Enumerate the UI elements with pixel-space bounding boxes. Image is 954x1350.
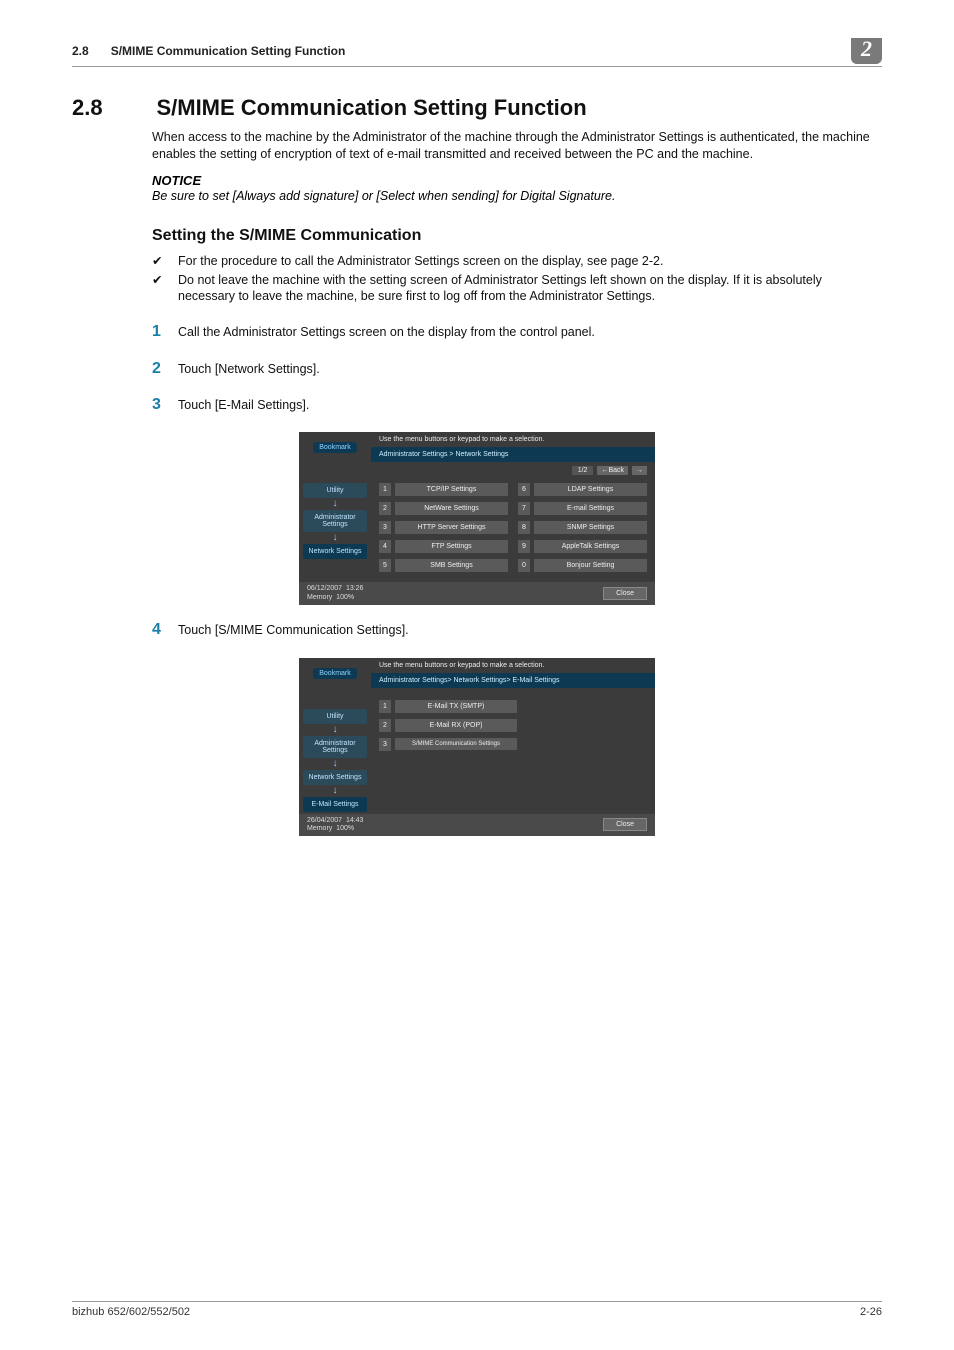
close-button[interactable]: Close xyxy=(603,818,647,831)
menu-item-smb[interactable]: 5SMB Settings xyxy=(379,559,508,572)
menu-item-ftp[interactable]: 4FTP Settings xyxy=(379,540,508,553)
step-row: 4 Touch [S/MIME Communication Settings]. xyxy=(152,619,882,641)
menu-item-ldap[interactable]: 6LDAP Settings xyxy=(518,483,647,496)
sidebar-item-utility[interactable]: Utility xyxy=(303,483,367,498)
section-title: S/MIME Communication Setting Function xyxy=(156,95,586,120)
notice-text: Be sure to set [Always add signature] or… xyxy=(152,188,882,205)
header-section-number: 2.8 xyxy=(72,44,111,58)
notice-label: NOTICE xyxy=(152,173,882,188)
page-indicator: 1/2 xyxy=(572,466,594,475)
header-section-title: S/MIME Communication Setting Function xyxy=(111,44,851,58)
footer-page-number: 2-26 xyxy=(860,1306,882,1318)
ui-screenshot-email-settings: Bookmark Utility ↓ Administrator Setting… xyxy=(299,658,655,837)
menu-item-bonjour[interactable]: 0Bonjour Setting xyxy=(518,559,647,572)
bookmark-tab[interactable]: Bookmark xyxy=(313,668,357,679)
menu-item-appletalk[interactable]: 9AppleTalk Settings xyxy=(518,540,647,553)
sidebar-item-utility[interactable]: Utility xyxy=(303,709,367,724)
step-text: Touch [E-Mail Settings]. xyxy=(178,397,309,415)
check-icon: ✔ xyxy=(152,272,178,306)
footer-status: 26/04/2007 14:43 Memory 100% xyxy=(307,817,363,834)
step-text: Call the Administrator Settings screen o… xyxy=(178,324,595,342)
menu-item-snmp[interactable]: 8SNMP Settings xyxy=(518,521,647,534)
menu-item-email[interactable]: 7E-mail Settings xyxy=(518,502,647,515)
step-text: Touch [Network Settings]. xyxy=(178,361,320,379)
chevron-down-icon: ↓ xyxy=(333,787,338,795)
footer-model: bizhub 652/602/552/502 xyxy=(72,1306,190,1318)
sidebar-item-network-settings[interactable]: Network Settings xyxy=(303,770,367,785)
step-row: 1 Call the Administrator Settings screen… xyxy=(152,321,882,343)
sidebar-item-email-settings[interactable]: E-Mail Settings xyxy=(303,797,367,812)
sidebar-item-network-settings[interactable]: Network Settings xyxy=(303,544,367,559)
back-button[interactable]: ←Back xyxy=(597,466,628,475)
section-number: 2.8 xyxy=(72,95,152,121)
step-number: 2 xyxy=(152,358,178,380)
ui-screenshot-network-settings: Bookmark Utility ↓ Administrator Setting… xyxy=(299,432,655,605)
checklist-text: For the procedure to call the Administra… xyxy=(178,253,663,270)
menu-item-http[interactable]: 3HTTP Server Settings xyxy=(379,521,508,534)
chevron-down-icon: ↓ xyxy=(333,726,338,734)
step-text: Touch [S/MIME Communication Settings]. xyxy=(178,622,409,640)
checklist-text: Do not leave the machine with the settin… xyxy=(178,272,882,306)
menu-item-email-rx[interactable]: 2E-Mail RX (POP) xyxy=(379,719,517,732)
forward-button[interactable]: → xyxy=(632,466,647,475)
close-button[interactable]: Close xyxy=(603,587,647,600)
sidebar-item-admin-settings[interactable]: Administrator Settings xyxy=(303,736,367,758)
chevron-down-icon: ↓ xyxy=(333,534,338,542)
step-row: 2 Touch [Network Settings]. xyxy=(152,358,882,380)
chevron-down-icon: ↓ xyxy=(333,760,338,768)
step-number: 3 xyxy=(152,394,178,416)
sidebar-item-admin-settings[interactable]: Administrator Settings xyxy=(303,510,367,532)
chevron-down-icon: ↓ xyxy=(333,500,338,508)
instruction-text: Use the menu buttons or keypad to make a… xyxy=(371,658,655,673)
menu-item-netware[interactable]: 2NetWare Settings xyxy=(379,502,508,515)
running-header: 2.8 S/MIME Communication Setting Functio… xyxy=(72,38,882,67)
menu-item-smime[interactable]: 3S/MIME Communication Settings xyxy=(379,738,517,751)
page-footer: bizhub 652/602/552/502 2-26 xyxy=(72,1301,882,1318)
intro-paragraph: When access to the machine by the Admini… xyxy=(152,129,882,163)
bookmark-tab[interactable]: Bookmark xyxy=(313,442,357,453)
checklist-item: ✔ Do not leave the machine with the sett… xyxy=(152,272,882,306)
check-icon: ✔ xyxy=(152,253,178,270)
breadcrumb: Administrator Settings> Network Settings… xyxy=(371,673,655,688)
step-number: 4 xyxy=(152,619,178,641)
instruction-text: Use the menu buttons or keypad to make a… xyxy=(371,432,655,447)
checklist-item: ✔ For the procedure to call the Administ… xyxy=(152,253,882,270)
subsection-title: Setting the S/MIME Communication xyxy=(152,227,882,245)
menu-item-tcpip[interactable]: 1TCP/IP Settings xyxy=(379,483,508,496)
step-number: 1 xyxy=(152,321,178,343)
breadcrumb: Administrator Settings > Network Setting… xyxy=(371,447,655,462)
menu-item-email-tx[interactable]: 1E-Mail TX (SMTP) xyxy=(379,700,517,713)
step-row: 3 Touch [E-Mail Settings]. xyxy=(152,394,882,416)
footer-status: 06/12/2007 13:26 Memory 100% xyxy=(307,585,363,602)
chapter-badge: 2 xyxy=(851,38,882,64)
